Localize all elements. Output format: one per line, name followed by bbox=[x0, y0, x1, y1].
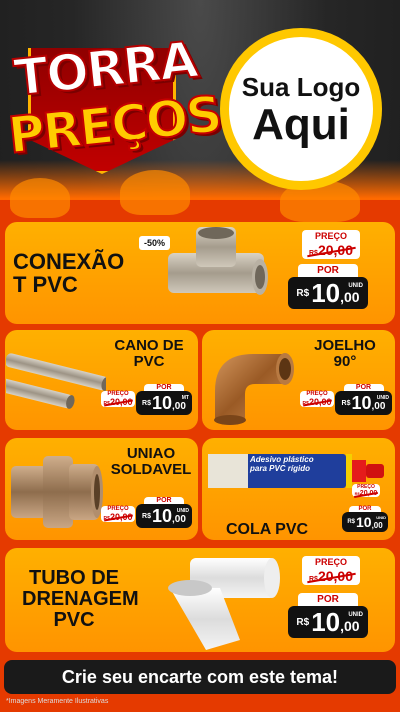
preco-label: PREÇO bbox=[302, 230, 360, 242]
unit-label: UNID bbox=[376, 395, 389, 401]
product-name-line: TUBO DE bbox=[29, 567, 119, 589]
product-name-line: JOELHO bbox=[314, 337, 376, 354]
currency: R$ bbox=[296, 616, 310, 628]
price-decimal: ,00 bbox=[172, 401, 186, 412]
logo-line1: Sua Logo bbox=[241, 71, 361, 102]
old-price: R$20,00 bbox=[101, 397, 135, 407]
tube-text: para PVC rígido bbox=[250, 463, 311, 473]
logo-placeholder: Sua Logo Aqui bbox=[220, 28, 382, 190]
price-decimal: ,00 bbox=[371, 521, 383, 530]
drain-tee-image bbox=[168, 558, 280, 650]
product-name-line: PVC bbox=[133, 352, 165, 370]
product-name-line: 90° bbox=[333, 352, 357, 370]
new-price: R$ 10 ,00 UNID bbox=[335, 391, 392, 415]
union-fitting-image bbox=[11, 456, 103, 528]
flyer-page: TORRA PREÇOS Sua Logo Aqui CONEXÃO T PVC… bbox=[0, 0, 400, 712]
torra-precos-logo: TORRA PREÇOS bbox=[5, 14, 224, 184]
new-price: R$ 10 ,00 UNID bbox=[342, 512, 388, 532]
price-block: POR R$ 10 ,00 UNID bbox=[335, 384, 392, 415]
por-label: POR bbox=[343, 384, 384, 391]
por-label: POR bbox=[144, 384, 184, 391]
pipe-image bbox=[6, 353, 106, 409]
new-price: R$ 10 ,00 UNID bbox=[288, 606, 368, 638]
old-price: R$20,00 bbox=[101, 512, 135, 522]
currency: R$ bbox=[142, 512, 151, 520]
price-block: POR R$ 10 ,00 MT bbox=[136, 384, 192, 415]
old-price: R$20,00 bbox=[302, 568, 360, 585]
old-price: R$20,00 bbox=[352, 490, 380, 498]
cta-banner[interactable]: Crie seu encarte com este tema! bbox=[4, 660, 396, 694]
elbow-fitting-image bbox=[214, 353, 294, 425]
product-name-line: CONEXÃO bbox=[13, 249, 125, 274]
preco-label: PREÇO bbox=[302, 556, 360, 568]
product-name: CANO DE PVC bbox=[108, 338, 190, 370]
old-price: R$20,00 bbox=[300, 397, 334, 407]
unit-label: UNID bbox=[176, 508, 189, 514]
price-block: PREÇO R$20,00 bbox=[302, 556, 360, 585]
por-label: POR bbox=[144, 497, 184, 504]
por-label: POR bbox=[298, 264, 358, 277]
new-price: R$ 10 ,00 UNID bbox=[136, 504, 192, 528]
price-integer: 10 bbox=[152, 505, 173, 526]
price-decimal: ,00 bbox=[371, 401, 386, 412]
product-name-line: UNIAO bbox=[126, 445, 176, 462]
price-integer: 10 bbox=[311, 606, 341, 637]
new-price: R$ 10 ,00 UNID bbox=[288, 277, 368, 309]
price-block: PREÇO R$20,00 bbox=[101, 391, 135, 407]
price-integer: 10 bbox=[351, 392, 372, 413]
currency: R$ bbox=[341, 399, 351, 407]
disclaimer-text: *Imagens Meramente Ilustrativas bbox=[6, 698, 109, 705]
product-name: JOELHO 90° bbox=[310, 338, 380, 370]
glue-tube-label: Adesivo plástico para PVC rígido bbox=[250, 455, 340, 474]
old-price: R$20,00 bbox=[302, 242, 360, 259]
price-block: PREÇO R$20,00 bbox=[352, 484, 380, 498]
price-decimal: ,00 bbox=[340, 289, 360, 305]
unit-label: UNID bbox=[348, 612, 363, 618]
currency: R$ bbox=[347, 519, 355, 525]
new-price: R$ 10 ,00 MT bbox=[136, 391, 192, 415]
price-decimal: ,00 bbox=[340, 618, 360, 634]
product-name: UNIAO SOLDAVEL bbox=[110, 446, 192, 478]
unit-label: UNID bbox=[348, 283, 363, 289]
price-integer: 10 bbox=[311, 277, 341, 308]
unit-label: UNID bbox=[376, 515, 386, 520]
product-name-line: CANO DE bbox=[114, 337, 184, 354]
price-block: PREÇO R$20,00 bbox=[302, 230, 360, 259]
product-name: CONEXÃO T PVC bbox=[13, 250, 124, 296]
product-name-line: DRENAGEM bbox=[22, 588, 139, 610]
price-block: POR R$ 10 ,00 UNID bbox=[288, 593, 368, 638]
logo-line2: Aqui bbox=[252, 99, 350, 149]
currency: R$ bbox=[296, 287, 310, 299]
price-integer: 10 bbox=[152, 392, 173, 413]
price-integer: 10 bbox=[355, 514, 372, 530]
unit-label: MT bbox=[181, 395, 189, 401]
product-name: TUBO DE DRENAGEM PVC bbox=[22, 567, 139, 631]
product-name: COLA PVC bbox=[226, 521, 309, 538]
price-block: POR R$ 10 ,00 UNID bbox=[342, 506, 388, 532]
product-name-line: PVC bbox=[53, 609, 95, 631]
price-block: PREÇO R$20,00 bbox=[101, 506, 135, 522]
product-name-line: SOLDAVEL bbox=[110, 460, 192, 478]
price-block: POR R$ 10 ,00 UNID bbox=[136, 497, 192, 528]
por-label: POR bbox=[298, 593, 358, 606]
currency: R$ bbox=[142, 399, 151, 407]
product-name-line: T PVC bbox=[13, 272, 78, 298]
price-block: PREÇO R$20,00 bbox=[300, 391, 334, 407]
flame-shape bbox=[10, 178, 70, 218]
price-decimal: ,00 bbox=[172, 514, 186, 525]
tee-fitting-image bbox=[168, 227, 268, 295]
price-block: POR R$ 10 ,00 UNID bbox=[288, 264, 368, 309]
